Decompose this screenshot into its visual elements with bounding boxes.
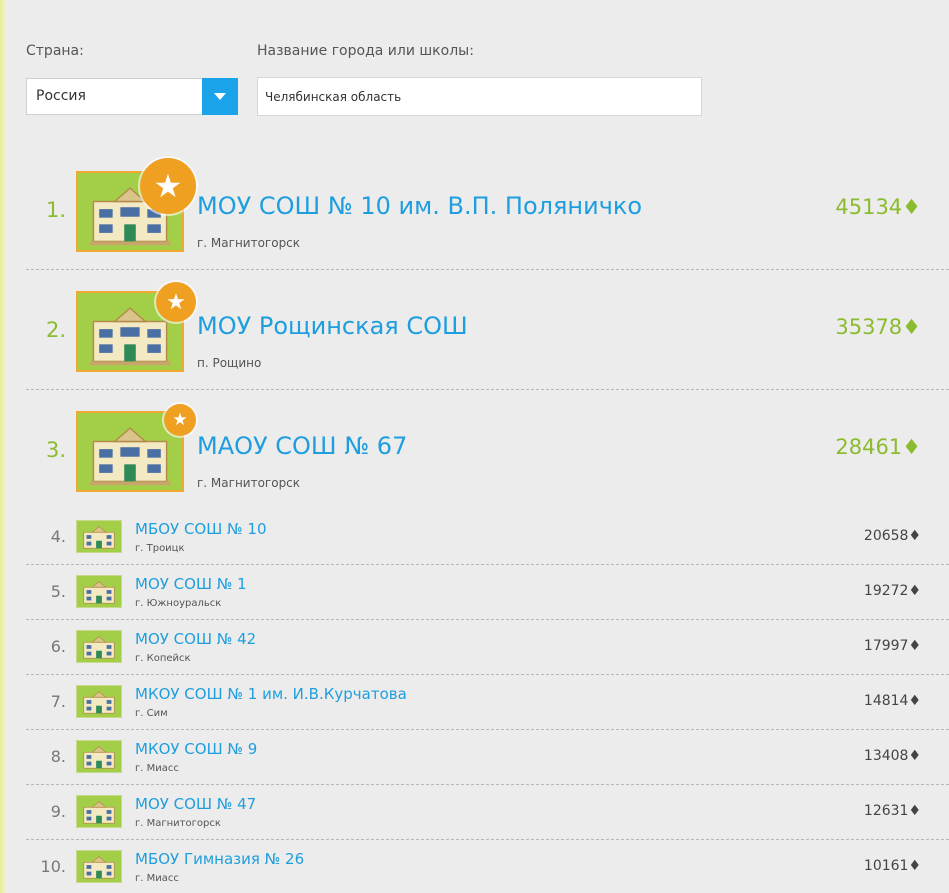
star-icon: ★ — [140, 158, 196, 214]
school-city: г. Миасс — [135, 873, 179, 884]
page-left-edge — [0, 0, 6, 893]
school-name-link[interactable]: МАОУ СОШ № 67 — [197, 432, 407, 460]
school-building-icon — [76, 520, 122, 553]
school-score: 35378♦ — [835, 315, 921, 339]
school-score: 12631♦ — [863, 803, 921, 819]
rank-number: 3. — [45, 438, 66, 462]
school-name-link[interactable]: МБОУ СОШ № 10 — [135, 520, 267, 538]
school-ranking-list: 1. ★ МОУ СОШ № 10 им. В.П. Поляничко г. … — [26, 150, 949, 893]
rank-number: 7. — [50, 692, 66, 711]
school-name-link[interactable]: МОУ СОШ № 1 — [135, 575, 247, 593]
school-name-link[interactable]: МКОУ СОШ № 9 — [135, 740, 257, 758]
school-building-icon — [76, 630, 122, 663]
school-row[interactable]: 3. ★ МАОУ СОШ № 67 г. Магнитогорск 28461… — [26, 390, 949, 510]
city-search-label: Название города или школы: — [257, 43, 474, 59]
school-building-icon — [76, 685, 122, 718]
school-building-icon: ★ — [76, 404, 196, 492]
school-row[interactable]: 2. ★ МОУ Рощинская СОШ п. Рощино 35378♦ — [26, 270, 949, 390]
school-building-icon — [76, 795, 122, 828]
school-name-link[interactable]: МОУ СОШ № 10 им. В.П. Поляничко — [197, 192, 642, 220]
chevron-down-icon[interactable] — [202, 78, 238, 115]
school-city: г. Троицк — [135, 543, 185, 554]
country-select[interactable]: Россия — [26, 78, 238, 115]
school-row[interactable]: 10. МБОУ Гимназия № 26 г. Миасс 10161♦ — [26, 840, 949, 893]
school-name-link[interactable]: МКОУ СОШ № 1 им. И.В.Курчатова — [135, 685, 407, 703]
school-score: 19272♦ — [863, 583, 921, 599]
school-score: 14814♦ — [863, 693, 921, 709]
rank-number: 6. — [50, 637, 66, 656]
school-row[interactable]: 7. МКОУ СОШ № 1 им. И.В.Курчатова г. Сим… — [26, 675, 949, 730]
school-row[interactable]: 8. МКОУ СОШ № 9 г. Миасс 13408♦ — [26, 730, 949, 785]
star-icon: ★ — [164, 404, 196, 436]
school-row[interactable]: 1. ★ МОУ СОШ № 10 им. В.П. Поляничко г. … — [26, 150, 949, 270]
school-score: 45134♦ — [835, 195, 921, 219]
star-icon: ★ — [156, 282, 196, 322]
school-score: 20658♦ — [863, 528, 921, 544]
school-score: 13408♦ — [863, 748, 921, 764]
school-building-icon — [76, 850, 122, 883]
city-search-input[interactable] — [257, 77, 702, 116]
rank-number: 5. — [50, 582, 66, 601]
school-row[interactable]: 5. МОУ СОШ № 1 г. Южноуральск 19272♦ — [26, 565, 949, 620]
school-name-link[interactable]: МОУ СОШ № 47 — [135, 795, 256, 813]
school-score: 10161♦ — [863, 858, 921, 874]
school-name-link[interactable]: МБОУ Гимназия № 26 — [135, 850, 304, 868]
school-building-icon — [76, 575, 122, 608]
rank-number: 8. — [50, 747, 66, 766]
school-city: г. Сим — [135, 708, 168, 719]
country-label: Страна: — [26, 43, 84, 59]
rank-number: 4. — [50, 527, 66, 546]
filters-panel: Страна: Название города или школы: Росси… — [26, 40, 726, 120]
school-city: г. Южноуральск — [135, 598, 222, 609]
school-city: г. Копейск — [135, 653, 191, 664]
school-row[interactable]: 6. МОУ СОШ № 42 г. Копейск 17997♦ — [26, 620, 949, 675]
school-building-icon — [76, 740, 122, 773]
rank-number: 2. — [45, 318, 66, 342]
rank-number: 10. — [40, 857, 66, 876]
school-city: г. Магнитогорск — [197, 476, 301, 490]
school-name-link[interactable]: МОУ Рощинская СОШ — [197, 312, 468, 340]
school-city: г. Магнитогорск — [197, 236, 301, 250]
school-score: 17997♦ — [863, 638, 921, 654]
school-row[interactable]: 9. МОУ СОШ № 47 г. Магнитогорск 12631♦ — [26, 785, 949, 840]
school-city: г. Миасс — [135, 763, 179, 774]
school-name-link[interactable]: МОУ СОШ № 42 — [135, 630, 256, 648]
rank-number: 1. — [45, 198, 66, 222]
school-building-icon: ★ — [76, 158, 196, 252]
school-building-icon: ★ — [76, 282, 196, 372]
school-row[interactable]: 4. МБОУ СОШ № 10 г. Троицк 20658♦ — [26, 510, 949, 565]
school-score: 28461♦ — [835, 435, 921, 459]
school-city: г. Магнитогорск — [135, 818, 221, 829]
country-select-value: Россия — [36, 88, 86, 104]
school-city: п. Рощино — [197, 356, 262, 370]
rank-number: 9. — [50, 802, 66, 821]
